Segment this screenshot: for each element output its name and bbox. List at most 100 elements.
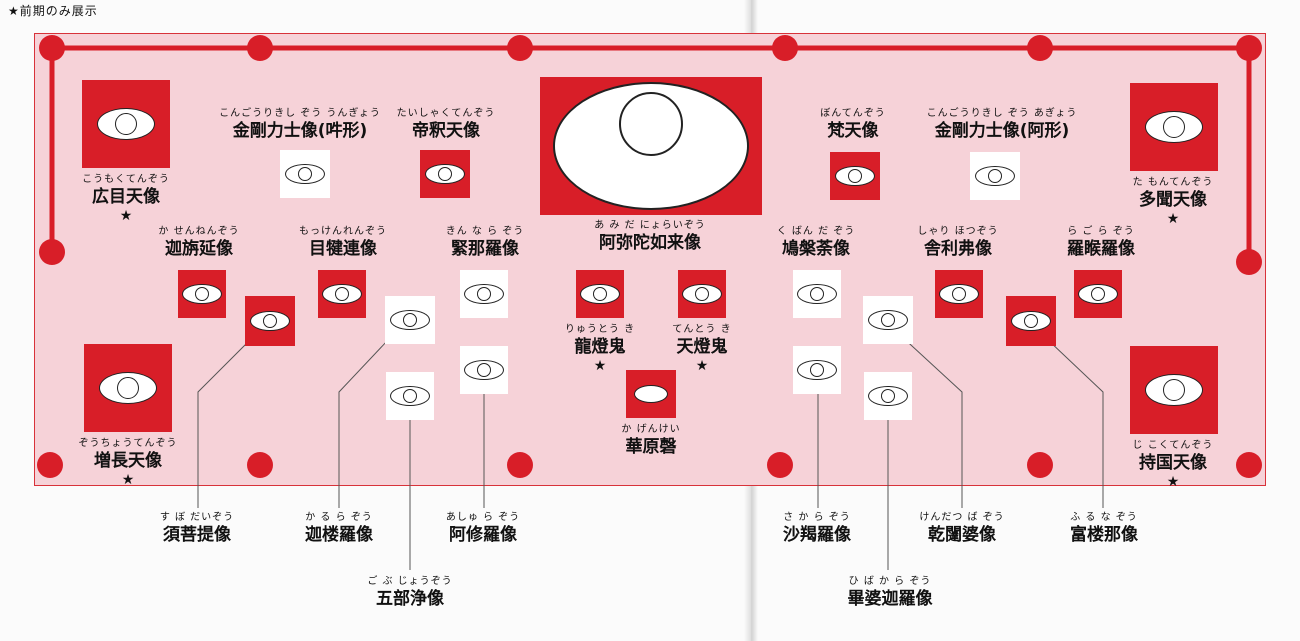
statue-name: 富楼那像	[1070, 525, 1138, 545]
frame-dot	[507, 35, 533, 61]
kendatsuba-statue-marker	[863, 296, 913, 344]
tamonten-statue-marker	[1130, 83, 1218, 171]
label-ashura: あしゅ ら ぞう 阿修羅像	[446, 512, 520, 546]
frame-dot	[39, 239, 65, 265]
statue-eye-icon	[464, 284, 504, 304]
first-term-star-icon: ★	[121, 472, 135, 488]
ruby: か せんねんぞう	[158, 226, 240, 237]
statue-eye-icon	[868, 310, 908, 330]
statue-name: 天燈鬼	[676, 337, 728, 357]
kasennen-statue-marker	[178, 270, 226, 318]
label-subodai: す ぼ だいぞう 須菩提像	[160, 512, 234, 546]
statue-eye-icon	[425, 164, 465, 184]
label-bonten: ぼんてんぞう 梵天像	[820, 108, 886, 142]
statue-eye-icon	[553, 82, 749, 210]
hibakara-statue-marker	[864, 372, 912, 420]
statue-name: 羅睺羅像	[1067, 239, 1135, 259]
frame-dot	[1236, 452, 1262, 478]
amida-statue-marker	[540, 77, 762, 215]
statue-eye-icon	[835, 166, 875, 186]
first-term-star-icon: ★	[119, 208, 133, 224]
statue-name: 龍燈鬼	[574, 337, 626, 357]
ruby: きん な ら ぞう	[445, 226, 525, 237]
ruby: く ばん だ ぞう	[776, 226, 856, 237]
ruby: あしゅ ら ぞう	[445, 512, 521, 523]
label-gobujou: ご ぶ じょうぞう 五部浄像	[367, 576, 452, 610]
statue-eye-icon	[250, 311, 290, 331]
statue-name: 沙羯羅像	[783, 525, 851, 545]
statue-name: 広目天像	[91, 187, 160, 207]
statue-eye-icon	[322, 284, 362, 304]
label-tentouki: てんとう き 天燈鬼 ★	[672, 324, 731, 374]
statue-eye-icon	[975, 166, 1015, 186]
label-furuna: ふ る な ぞう 富楼那像	[1070, 512, 1138, 546]
label-kendatsuba: けんだつ ば ぞう 乾闥婆像	[919, 512, 1004, 546]
ruby: もっけんれんぞう	[299, 226, 387, 237]
statue-eye-icon	[1011, 311, 1051, 331]
ruby: ぼんてんぞう	[820, 108, 886, 119]
statue-eye-icon	[97, 108, 155, 140]
ruby: じ こくてんぞう	[1132, 440, 1214, 451]
label-taishakuten: たいしゃくてんぞう 帝釈天像	[397, 108, 496, 142]
statue-eye-icon	[464, 360, 504, 380]
kinnara-statue-marker	[460, 270, 508, 318]
statue-eye-icon	[390, 310, 430, 330]
statue-eye-icon	[1145, 374, 1203, 406]
ruby: こんごうりきし ぞう あぎょう	[926, 108, 1078, 119]
karura-statue-marker	[385, 296, 435, 344]
statue-name: 帝釈天像	[411, 121, 480, 141]
frame-dot	[1027, 452, 1053, 478]
frame-dot	[1027, 35, 1053, 61]
statue-eye-icon	[868, 386, 908, 406]
first-term-star-icon: ★	[1166, 211, 1180, 227]
statue-eye-icon	[182, 284, 222, 304]
ruby: た もんてんぞう	[1132, 177, 1214, 188]
label-sharihotsu: しゃり ほつぞう 舎利弗像	[917, 226, 998, 260]
frame-dot	[1236, 249, 1262, 275]
ruby: てんとう き	[672, 324, 732, 335]
statue-name: 阿弥陀如来像	[598, 233, 701, 253]
mokkenren-statue-marker	[318, 270, 366, 318]
ruby: か げんけい	[621, 424, 681, 435]
ruby: ら ご ら ぞう	[1067, 226, 1135, 237]
kongo-un-statue-marker	[280, 150, 330, 198]
label-ryutouki: りゅうとう き 龍燈鬼 ★	[565, 324, 635, 374]
ruby: けんだつ ば ぞう	[919, 512, 1005, 523]
statue-eye-icon	[1145, 111, 1203, 143]
label-zouchouten: ぞうちょうてんぞう 増長天像 ★	[79, 438, 178, 488]
statue-name: 須菩提像	[162, 525, 231, 545]
taishakuten-statue-marker	[420, 150, 470, 198]
jikokuten-statue-marker	[1130, 346, 1218, 434]
statue-eye-icon	[580, 284, 620, 304]
frame-dot	[507, 452, 533, 478]
statue-eye-icon	[797, 360, 837, 380]
subodai-statue-marker	[245, 296, 295, 346]
frame-dot	[1236, 35, 1262, 61]
ruby: あ み だ にょらいぞう	[594, 220, 706, 231]
frame-dot	[247, 452, 273, 478]
label-mokkenren: もっけんれんぞう 目犍連像	[299, 226, 387, 260]
ruby: こうもくてんぞう	[82, 174, 170, 185]
statue-name: 金剛力士像(阿形)	[934, 121, 1070, 141]
label-tamonten: た もんてんぞう 多聞天像 ★	[1133, 177, 1214, 227]
kubanda-statue-marker	[793, 270, 841, 318]
gobujou-statue-marker	[386, 372, 434, 420]
ruby: こんごうりきし ぞう うんぎょう	[219, 108, 381, 119]
statue-name: 迦旃延像	[165, 239, 233, 259]
statue-eye-icon	[797, 284, 837, 304]
ruby: か る ら ぞう	[305, 512, 373, 523]
bonten-statue-marker	[830, 152, 880, 200]
label-kubanda: く ばん だ ぞう 鳩槃荼像	[777, 226, 856, 260]
ruby: ご ぶ じょうぞう	[367, 576, 453, 587]
frame-dot	[772, 35, 798, 61]
ruby: さ か ら ぞう	[783, 512, 851, 523]
statue-name: 目犍連像	[309, 239, 377, 259]
statue-name: 持国天像	[1138, 453, 1207, 473]
kagenkei-statue-marker	[626, 370, 676, 418]
label-koumokuten: こうもくてんぞう 広目天像 ★	[82, 174, 170, 224]
statue-name: 鳩槃荼像	[781, 239, 850, 259]
statue-eye-icon	[390, 386, 430, 406]
statue-eye-icon	[634, 385, 668, 403]
legend-note: ★前期のみ展示	[8, 4, 98, 18]
statue-eye-icon	[99, 372, 157, 404]
